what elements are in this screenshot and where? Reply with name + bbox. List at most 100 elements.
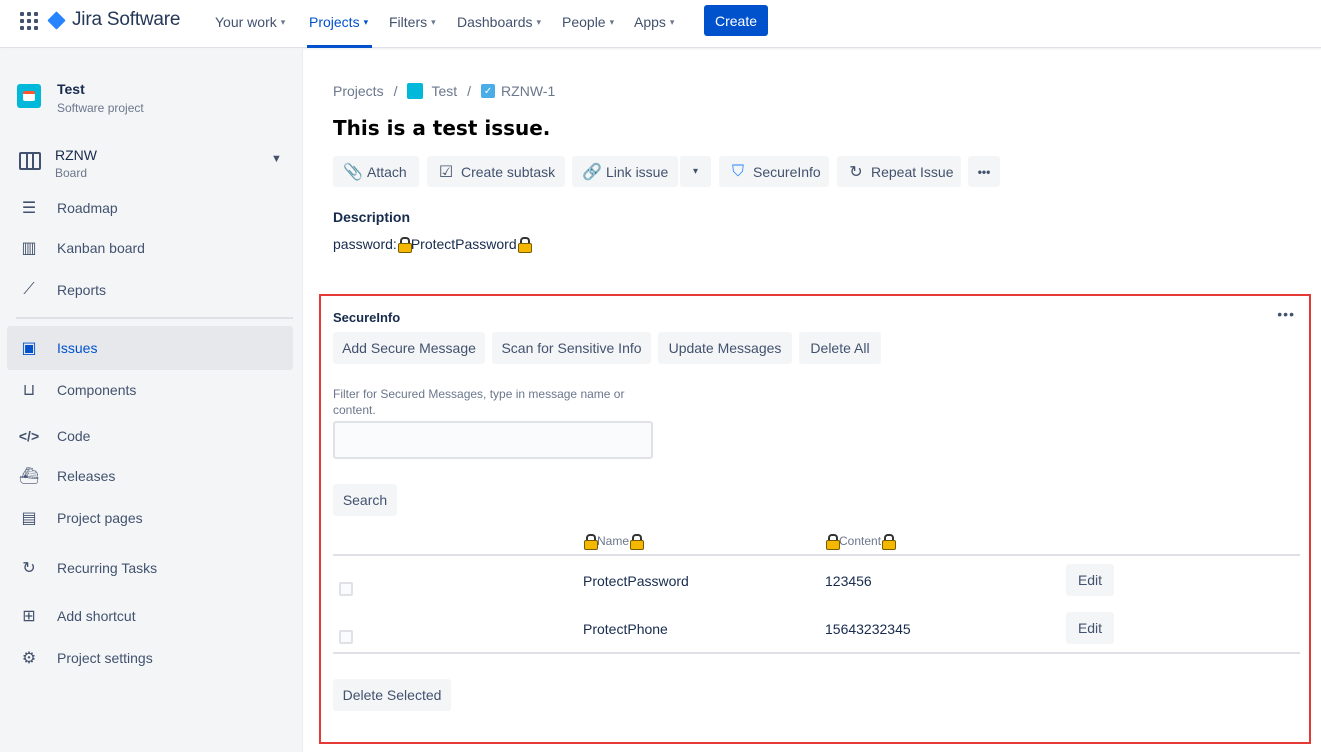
delete-all-button[interactable]: Delete All	[799, 332, 881, 364]
attach-button[interactable]: 📎 Attach	[333, 156, 419, 187]
sidebar-divider	[16, 317, 293, 319]
nav-your-work[interactable]: Your work ▾	[215, 12, 285, 32]
top-navigation: Jira Software Your work ▾ Projects ▾ Filte…	[0, 0, 1321, 48]
paperclip-icon: 📎	[343, 163, 363, 181]
app-switcher-icon[interactable]	[20, 12, 38, 30]
row-content: 15643232345	[825, 621, 911, 637]
lock-icon	[517, 237, 532, 253]
nav-dashboards[interactable]: Dashboards ▾	[457, 12, 541, 32]
create-button[interactable]: Create	[704, 5, 768, 36]
secured-value: ProtectPassword	[410, 236, 517, 252]
create-subtask-button[interactable]: ☑ Create subtask	[427, 156, 565, 187]
chevron-down-icon: ▾	[431, 16, 436, 27]
reports-icon: ⟋	[23, 281, 35, 298]
scan-sensitive-info-button[interactable]: Scan for Sensitive Info	[492, 332, 651, 364]
project-type: Software project	[57, 101, 144, 115]
repeat-issue-button[interactable]: ↻ Repeat Issue	[837, 156, 961, 187]
board-subtitle: Board	[55, 166, 88, 180]
nav-label: Projects	[309, 14, 360, 30]
filter-input[interactable]	[333, 421, 653, 459]
secureinfo-button[interactable]: ⛉ SecureInfo	[719, 156, 829, 187]
repeat-issue-label: Repeat Issue	[871, 163, 954, 180]
lock-icon	[397, 237, 412, 253]
sidebar-item-releases[interactable]: ⛴ Releases	[7, 454, 293, 498]
sidebar-item-label: Recurring Tasks	[57, 560, 158, 576]
board-name[interactable]: RZNW	[55, 147, 97, 163]
project-sidebar: Test Software project RZNW Board ▼ ☰ Roa…	[0, 49, 303, 752]
link-issue-dropdown[interactable]: ▾	[679, 156, 711, 187]
column-header-name[interactable]: Name	[583, 534, 645, 550]
row-content: 123456	[825, 573, 872, 589]
nav-label: Your work	[215, 14, 277, 30]
filter-label: Filter for Secured Messages, type in mes…	[333, 387, 625, 417]
nav-label: People	[562, 14, 606, 30]
breadcrumb: Projects / Test / ✓ RZNW-1	[333, 82, 555, 100]
sidebar-item-kanban-board[interactable]: ▥ Kanban board	[7, 226, 293, 270]
nav-label: Filters	[389, 14, 428, 30]
nav-label: Dashboards	[457, 14, 533, 30]
sidebar-item-project-settings[interactable]: ⚙ Project settings	[7, 636, 293, 680]
secureinfo-panel: SecureInfo ••• Add Secure Message Scan f…	[319, 294, 1311, 744]
sidebar-item-issues[interactable]: ▣ Issues	[7, 326, 293, 370]
roadmap-icon: ☰	[21, 200, 37, 217]
row-checkbox[interactable]	[339, 582, 353, 596]
sidebar-item-label: Project pages	[57, 510, 143, 526]
breadcrumb-project[interactable]: Test	[431, 83, 457, 99]
edit-button[interactable]: Edit	[1066, 612, 1114, 644]
sidebar-item-label: Kanban board	[57, 240, 145, 256]
jira-logo[interactable]: Jira Software	[47, 9, 180, 31]
project-avatar[interactable]	[17, 84, 41, 108]
sidebar-item-label: Reports	[57, 282, 107, 298]
add-secure-message-button[interactable]: Add Secure Message	[333, 332, 485, 364]
subtask-icon: ☑	[438, 163, 454, 181]
edit-button[interactable]: Edit	[1066, 564, 1114, 596]
gear-icon: ⚙	[21, 650, 37, 667]
chevron-down-icon[interactable]: ▼	[271, 153, 282, 165]
column-label: Content	[839, 534, 882, 548]
issue-title[interactable]: This is a test issue.	[333, 116, 550, 140]
nav-apps[interactable]: Apps ▾	[634, 12, 674, 32]
issues-icon: ▣	[21, 340, 37, 357]
repeat-icon: ↻	[849, 163, 863, 181]
sidebar-item-components[interactable]: ⊔ Components	[7, 368, 293, 412]
more-actions-button[interactable]: •••	[968, 156, 1000, 187]
update-messages-button[interactable]: Update Messages	[658, 332, 792, 364]
kanban-icon: ▥	[21, 240, 37, 257]
create-subtask-label: Create subtask	[461, 163, 556, 180]
sidebar-item-project-pages[interactable]: ▤ Project pages	[7, 496, 293, 540]
nav-projects[interactable]: Projects ▾	[309, 12, 368, 32]
sidebar-item-label: Components	[57, 382, 137, 398]
task-checkbox-icon: ✓	[481, 84, 496, 98]
attach-label: Attach	[367, 163, 407, 180]
nav-people[interactable]: People ▾	[562, 12, 614, 32]
recurring-icon: ↻	[22, 560, 36, 577]
row-checkbox[interactable]	[339, 630, 353, 644]
panel-more-icon[interactable]: •••	[1277, 306, 1295, 322]
link-issue-button[interactable]: 🔗 Link issue	[572, 156, 678, 187]
delete-selected-button[interactable]: Delete Selected	[333, 679, 451, 711]
chevron-down-icon: ▾	[536, 16, 542, 27]
table-header-divider	[333, 554, 1300, 556]
lock-icon	[882, 534, 897, 550]
project-name[interactable]: Test	[57, 81, 85, 97]
sidebar-item-code[interactable]: </> Code	[7, 414, 293, 458]
search-button[interactable]: Search	[333, 484, 397, 516]
lock-icon	[826, 534, 840, 550]
breadcrumb-projects[interactable]: Projects	[333, 83, 384, 99]
sidebar-item-recurring-tasks[interactable]: ↻ Recurring Tasks	[7, 546, 293, 590]
breadcrumb-separator: /	[467, 83, 472, 99]
code-icon: </>	[18, 428, 40, 444]
sidebar-item-label: Code	[57, 428, 91, 444]
active-nav-indicator	[307, 45, 372, 48]
description-prefix: password:	[333, 236, 397, 252]
column-header-content[interactable]: Content	[825, 534, 897, 550]
description-content[interactable]: password: ProtectPassword	[333, 236, 532, 253]
sidebar-item-add-shortcut[interactable]: ⊞ Add shortcut	[7, 594, 293, 638]
sidebar-item-label: Releases	[57, 468, 116, 484]
breadcrumb-issue-key[interactable]: RZNW-1	[501, 83, 555, 99]
sidebar-item-reports[interactable]: ⟋ Reports	[7, 268, 293, 312]
nav-filters[interactable]: Filters ▾	[389, 12, 436, 32]
chevron-down-icon: ▾	[692, 166, 699, 177]
sidebar-item-roadmap[interactable]: ☰ Roadmap	[7, 186, 293, 230]
project-icon	[407, 83, 424, 99]
